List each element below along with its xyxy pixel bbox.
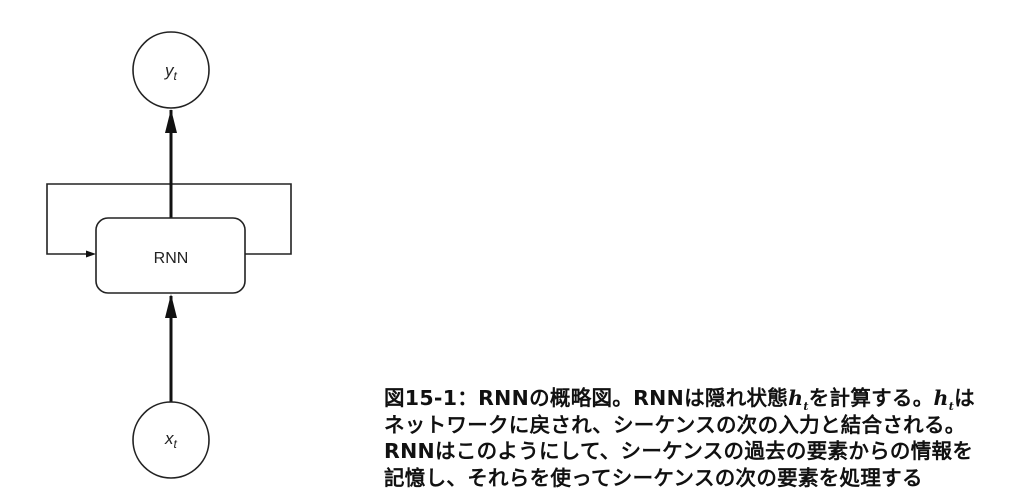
caption-line-1: 図15-1：RNNの概略図。RNNは隠れ状態htを計算する。htは [384,386,975,414]
caption-line-4: 記憶し、それらを使ってシーケンスの次の要素を処理する [384,465,923,490]
caption-line-3: RNNはこのようにして、シーケンスの過去の要素からの情報を [384,439,974,463]
caption-line-2: ネットワークに戻され、シーケンスの次の入力と結合される。 [384,412,966,437]
hidden-state-var: ht [788,386,809,414]
loop-arrowhead [86,250,96,258]
input-arrowhead [165,294,177,318]
hidden-state-var: ht [933,386,955,414]
rnn-label: RNN [154,250,189,267]
figure-caption: 図15-1：RNNの概略図。RNNは隠れ状態htを計算する。htは ネットワーク… [384,385,1018,491]
output-arrowhead [165,109,177,133]
